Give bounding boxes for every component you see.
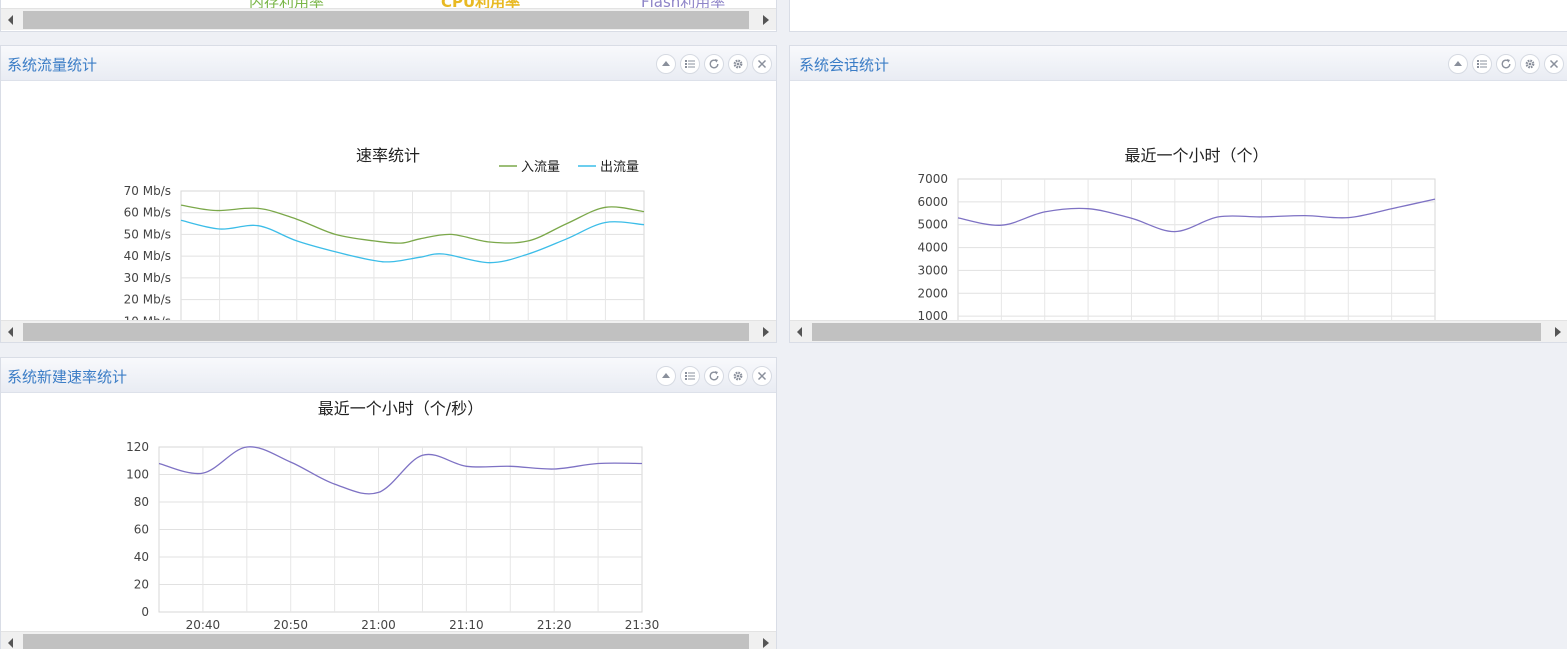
y-tick-label: 60 <box>134 523 149 537</box>
panel-tools <box>656 366 772 386</box>
list-icon[interactable] <box>680 366 700 386</box>
x-tick-label: 20:40 <box>186 618 221 632</box>
scroll-left-icon[interactable] <box>790 321 810 342</box>
y-tick-label: 50 Mb/s <box>124 227 171 241</box>
legend-label[interactable]: 入流量 <box>521 160 560 175</box>
panel-top-right <box>789 0 1567 32</box>
scroll-left-icon[interactable] <box>1 632 21 649</box>
scroll-left-icon[interactable] <box>1 321 21 342</box>
chart-title: 最近一个小时（个） <box>1124 146 1268 165</box>
gear-icon[interactable] <box>728 54 748 74</box>
scroll-thumb[interactable] <box>812 323 1541 341</box>
y-tick-label: 40 <box>134 550 149 564</box>
scroll-thumb[interactable] <box>23 323 749 341</box>
x-tick-label: 21:10 <box>449 618 484 632</box>
scroll-thumb[interactable] <box>23 11 749 29</box>
new-rate-scrollbar[interactable] <box>1 631 776 649</box>
refresh-icon[interactable] <box>704 366 724 386</box>
plot-area <box>957 178 1436 326</box>
y-tick-label: 30 Mb/s <box>124 271 171 285</box>
panel-session: 系统会话统计 最近一个小时（个）010002000300040005000600… <box>789 45 1567 343</box>
close-icon[interactable] <box>1544 54 1564 74</box>
y-tick-label: 20 <box>134 578 149 592</box>
scroll-left-icon[interactable] <box>1 9 21 31</box>
y-tick-label: 20 Mb/s <box>124 293 171 307</box>
panel-new-rate: 系统新建速率统计 最近一个小时（个/秒） 0 20 40 60 80 100 120 20:40… <box>0 357 777 649</box>
session-scrollbar[interactable] <box>790 320 1567 342</box>
y-tick-label: 4000 <box>917 241 948 255</box>
collapse-icon[interactable] <box>656 366 676 386</box>
scroll-right-icon[interactable] <box>756 321 776 342</box>
scroll-right-icon[interactable] <box>756 9 776 31</box>
list-icon[interactable] <box>1472 54 1492 74</box>
y-tick-label: 120 <box>126 440 149 454</box>
y-tick-label: 100 <box>126 468 149 482</box>
gear-icon[interactable] <box>1520 54 1540 74</box>
y-tick-label: 70 Mb/s <box>124 184 171 198</box>
list-icon[interactable] <box>680 54 700 74</box>
collapse-icon[interactable] <box>656 54 676 74</box>
y-tick-label: 80 <box>134 495 149 509</box>
panel-tools <box>1448 54 1564 74</box>
refresh-icon[interactable] <box>704 54 724 74</box>
panel-title: 系统新建速率统计 <box>7 368 128 386</box>
panel-header: 系统会话统计 <box>790 46 1567 81</box>
chart-title: 速率统计 <box>356 146 420 165</box>
utilization-scrollbar[interactable] <box>1 8 776 30</box>
traffic-chart: 速率统计0 b/s10 Mb/s20 Mb/s30 Mb/s40 Mb/s50 … <box>124 146 645 326</box>
panel-traffic: 系统流量统计 速率统计0 b/s10 Mb/s20 Mb/s30 Mb/s40 … <box>0 45 777 343</box>
chart-title: 最近一个小时（个/秒） <box>318 399 483 418</box>
traffic-scrollbar[interactable] <box>1 320 776 342</box>
x-tick-label: 21:20 <box>537 618 572 632</box>
panel-utilization: 内存利用率 CPU利用率 Flash利用率 <box>0 0 777 32</box>
x-tick-label: 21:30 <box>625 618 660 632</box>
panel-title: 系统会话统计 <box>799 56 890 74</box>
y-tick-label: 5000 <box>917 218 948 232</box>
close-icon[interactable] <box>752 54 772 74</box>
y-tick-label: 60 Mb/s <box>124 206 171 220</box>
legend-label[interactable]: 出流量 <box>600 160 639 175</box>
gear-icon[interactable] <box>728 366 748 386</box>
session-chart: 最近一个小时（个）0100020003000400050006000700020… <box>917 146 1436 326</box>
new-rate-chart: 最近一个小时（个/秒） 0 20 40 60 80 100 120 20:40 20:50 21:0… <box>126 399 660 632</box>
collapse-icon[interactable] <box>1448 54 1468 74</box>
y-tick-label: 3000 <box>917 263 948 277</box>
scroll-thumb[interactable] <box>23 634 749 649</box>
x-tick-label: 21:00 <box>361 618 396 632</box>
panel-title: 系统流量统计 <box>7 56 98 74</box>
y-tick-label: 2000 <box>917 286 948 300</box>
y-tick-label: 7000 <box>917 172 948 186</box>
scroll-right-icon[interactable] <box>1548 321 1567 342</box>
y-tick-label: 0 <box>141 605 149 619</box>
panel-header: 系统流量统计 <box>1 46 776 81</box>
refresh-icon[interactable] <box>1496 54 1516 74</box>
panel-tools <box>656 54 772 74</box>
y-tick-label: 40 Mb/s <box>124 249 171 263</box>
panel-header: 系统新建速率统计 <box>1 358 776 393</box>
x-tick-label: 20:50 <box>273 618 308 632</box>
close-icon[interactable] <box>752 366 772 386</box>
scroll-right-icon[interactable] <box>756 632 776 649</box>
y-tick-label: 6000 <box>917 195 948 209</box>
